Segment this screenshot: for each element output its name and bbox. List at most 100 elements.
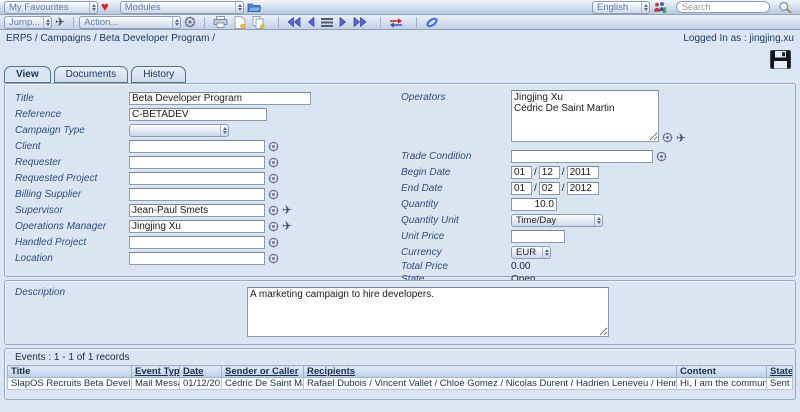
requester-input[interactable] xyxy=(129,156,265,169)
supervisor-jump-airplane-icon[interactable]: ✈ xyxy=(282,204,292,216)
events-col-recipients[interactable]: Recipients xyxy=(304,366,677,378)
operations-manager-relation-wheel-icon[interactable] xyxy=(268,221,279,232)
begin-date-month-input[interactable] xyxy=(539,166,560,179)
modules-select[interactable]: Modules xyxy=(120,1,244,14)
end-date-month-input[interactable] xyxy=(539,182,560,195)
field-begin-date: Begin Date / / xyxy=(397,164,789,180)
events-col-date[interactable]: Date xyxy=(180,366,222,378)
new-document-icon[interactable] xyxy=(234,16,246,29)
operations-manager-jump-airplane-icon[interactable]: ✈ xyxy=(282,220,292,232)
modules-select-label: Modules xyxy=(125,2,161,13)
requested-project-relation-wheel-icon[interactable] xyxy=(268,173,279,184)
description-textarea[interactable]: A marketing campaign to hire developers. xyxy=(247,287,609,337)
tab-documents[interactable]: Documents xyxy=(54,66,129,83)
sort-exchange-icon[interactable] xyxy=(389,17,403,28)
next-page-icon[interactable] xyxy=(339,17,347,27)
client-input[interactable] xyxy=(129,140,265,153)
supervisor-relation-wheel-icon[interactable] xyxy=(268,205,279,216)
field-requester: Requester xyxy=(11,154,397,170)
event-sender-cell: Cédric De Saint Martin xyxy=(222,378,304,390)
action-select[interactable]: Action... xyxy=(79,16,181,29)
campaign-type-select[interactable] xyxy=(129,124,229,137)
title-input[interactable] xyxy=(129,92,311,105)
operations-manager-input[interactable] xyxy=(129,220,265,233)
field-end-date: End Date / / xyxy=(397,180,789,196)
form-right-column: Operators Jingjing Xu Cédric De Saint Ma… xyxy=(397,90,789,270)
trade-condition-relation-wheel-icon[interactable] xyxy=(656,151,667,162)
events-col-event-type[interactable]: Event Type xyxy=(132,366,180,378)
operators-jump-airplane-icon[interactable]: ✈ xyxy=(676,132,686,144)
select-spinner xyxy=(43,17,50,28)
events-col-state[interactable]: State xyxy=(767,366,793,378)
last-page-icon[interactable] xyxy=(353,17,367,27)
begin-date-day-input[interactable] xyxy=(511,166,532,179)
events-col-title: Title xyxy=(8,366,132,378)
quantity-unit-select[interactable]: Time/Day xyxy=(511,214,603,227)
end-date-year-input[interactable] xyxy=(567,182,599,195)
language-select[interactable]: English xyxy=(592,1,650,14)
handled-project-relation-wheel-icon[interactable] xyxy=(268,237,279,248)
total-price-label: Total Price xyxy=(397,261,511,272)
field-currency: Currency EUR xyxy=(397,244,789,260)
location-input[interactable] xyxy=(129,252,265,265)
client-relation-wheel-icon[interactable] xyxy=(268,141,279,152)
favourite-heart-icon[interactable]: ♥ xyxy=(101,1,109,13)
jump-airplane-icon[interactable]: ✈ xyxy=(55,16,65,28)
requested-project-label: Requested Project xyxy=(11,173,129,184)
breadcrumb[interactable]: ERP5 / Campaigns / Beta Developer Progra… xyxy=(6,33,215,44)
events-col-sender[interactable]: Sender or Caller xyxy=(222,366,304,378)
quantity-unit-select-value: Time/Day xyxy=(516,215,556,226)
tab-view[interactable]: View xyxy=(4,66,51,83)
requester-relation-wheel-icon[interactable] xyxy=(268,157,279,168)
select-spinner xyxy=(89,2,96,13)
previous-page-icon[interactable] xyxy=(307,17,315,27)
campaign-form-panel: Title Reference Campaign Type Client xyxy=(4,83,796,277)
tab-history[interactable]: History xyxy=(131,66,186,83)
search-input[interactable] xyxy=(676,1,770,13)
operators-label: Operators xyxy=(397,90,511,103)
event-state-cell: Sent xyxy=(767,378,793,390)
user-group-icon[interactable] xyxy=(653,1,667,13)
field-trade-condition: Trade Condition xyxy=(397,148,789,164)
operators-relation-wheel-icon[interactable] xyxy=(662,132,673,144)
list-mode-icon[interactable] xyxy=(321,18,333,27)
favourites-select[interactable]: My Favourites xyxy=(4,1,98,14)
action-select-label: Action... xyxy=(84,17,118,28)
requested-project-input[interactable] xyxy=(129,172,265,185)
supervisor-input[interactable] xyxy=(129,204,265,217)
trade-condition-input[interactable] xyxy=(511,150,653,163)
select-spinner xyxy=(172,17,179,28)
date-separator: / xyxy=(534,183,537,194)
reference-input[interactable] xyxy=(129,108,267,121)
unit-price-label: Unit Price xyxy=(397,231,511,242)
favourites-select-label: My Favourites xyxy=(9,2,69,13)
attachment-paperclip-icon[interactable] xyxy=(425,16,439,29)
end-date-day-input[interactable] xyxy=(511,182,532,195)
search-icon[interactable] xyxy=(778,1,793,14)
currency-select[interactable]: EUR xyxy=(511,246,551,259)
event-type-cell: Mail Message xyxy=(132,378,180,390)
title-label: Title xyxy=(11,93,129,104)
handled-project-input[interactable] xyxy=(129,236,265,249)
select-spinner xyxy=(641,2,648,13)
billing-supplier-input[interactable] xyxy=(129,188,265,201)
operators-textarea[interactable]: Jingjing Xu Cédric De Saint Martin xyxy=(511,90,659,142)
save-icon[interactable] xyxy=(770,50,791,74)
event-row[interactable]: SlapOS Recruits Beta Developers Mail Mes… xyxy=(8,378,793,390)
field-title: Title xyxy=(11,90,397,106)
begin-date-year-input[interactable] xyxy=(567,166,599,179)
unit-price-input[interactable] xyxy=(511,230,565,243)
billing-supplier-relation-wheel-icon[interactable] xyxy=(268,189,279,200)
module-folder-icon[interactable] xyxy=(247,2,261,13)
refresh-wheel-icon[interactable] xyxy=(184,16,196,28)
jump-select[interactable]: Jump... xyxy=(4,16,52,29)
total-price-value: 0.00 xyxy=(511,261,530,272)
first-page-icon[interactable] xyxy=(287,17,301,27)
field-requested-project: Requested Project xyxy=(11,170,397,186)
print-icon[interactable] xyxy=(213,16,228,28)
quantity-input[interactable] xyxy=(511,198,557,211)
reference-label: Reference xyxy=(11,109,129,120)
copy-icon[interactable] xyxy=(252,16,265,29)
field-campaign-type: Campaign Type xyxy=(11,122,397,138)
location-relation-wheel-icon[interactable] xyxy=(268,253,279,264)
